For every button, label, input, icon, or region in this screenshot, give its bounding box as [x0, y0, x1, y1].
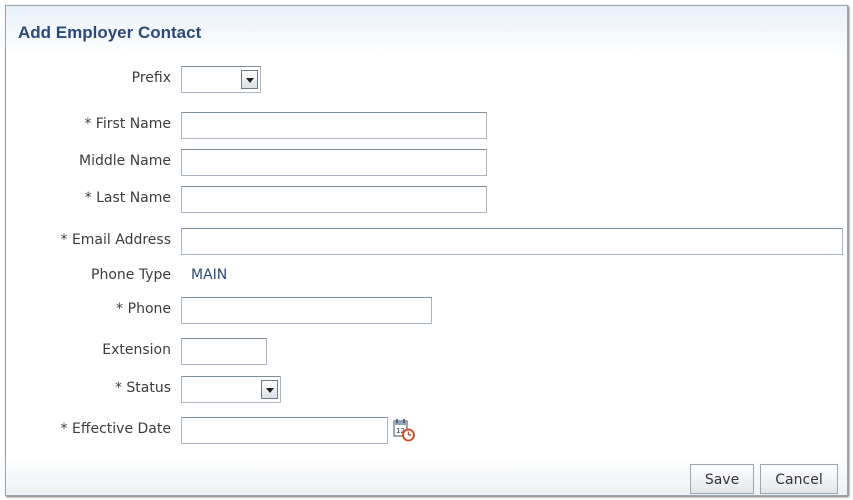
extension-input[interactable]: [181, 338, 267, 365]
phone-type-label: Phone Type: [91, 267, 171, 283]
email-address-input[interactable]: [181, 228, 843, 255]
prefix-dropdown-chevron-icon[interactable]: [241, 70, 258, 89]
status-label: * Status: [114, 380, 171, 396]
effective-date-input[interactable]: [181, 417, 388, 444]
extension-label: Extension: [102, 342, 171, 358]
phone-type-value: MAIN: [191, 267, 228, 283]
dialog-title: Add Employer Contact: [18, 23, 202, 42]
prefix-label: Prefix: [131, 70, 171, 86]
dialog-header: Add Employer Contact: [6, 6, 847, 58]
last-name-input[interactable]: [181, 186, 487, 213]
prefix-select[interactable]: [181, 66, 261, 93]
add-employer-contact-dialog: Add Employer Contact Prefix * First Name…: [5, 5, 848, 496]
calendar-clock-icon[interactable]: 12: [392, 418, 416, 442]
effective-date-label: * Effective Date: [60, 421, 171, 437]
status-dropdown-chevron-icon[interactable]: [261, 380, 278, 399]
last-name-label: * Last Name: [84, 190, 171, 206]
first-name-label: * First Name: [84, 116, 171, 132]
middle-name-input[interactable]: [181, 149, 487, 176]
cancel-button[interactable]: Cancel: [760, 464, 838, 494]
email-address-label: * Email Address: [60, 232, 172, 248]
first-name-input[interactable]: [181, 112, 487, 139]
status-select[interactable]: [181, 376, 281, 403]
phone-input[interactable]: [181, 297, 432, 324]
save-button[interactable]: Save: [690, 464, 754, 494]
phone-label: * Phone: [116, 301, 171, 317]
middle-name-label: Middle Name: [79, 153, 171, 169]
